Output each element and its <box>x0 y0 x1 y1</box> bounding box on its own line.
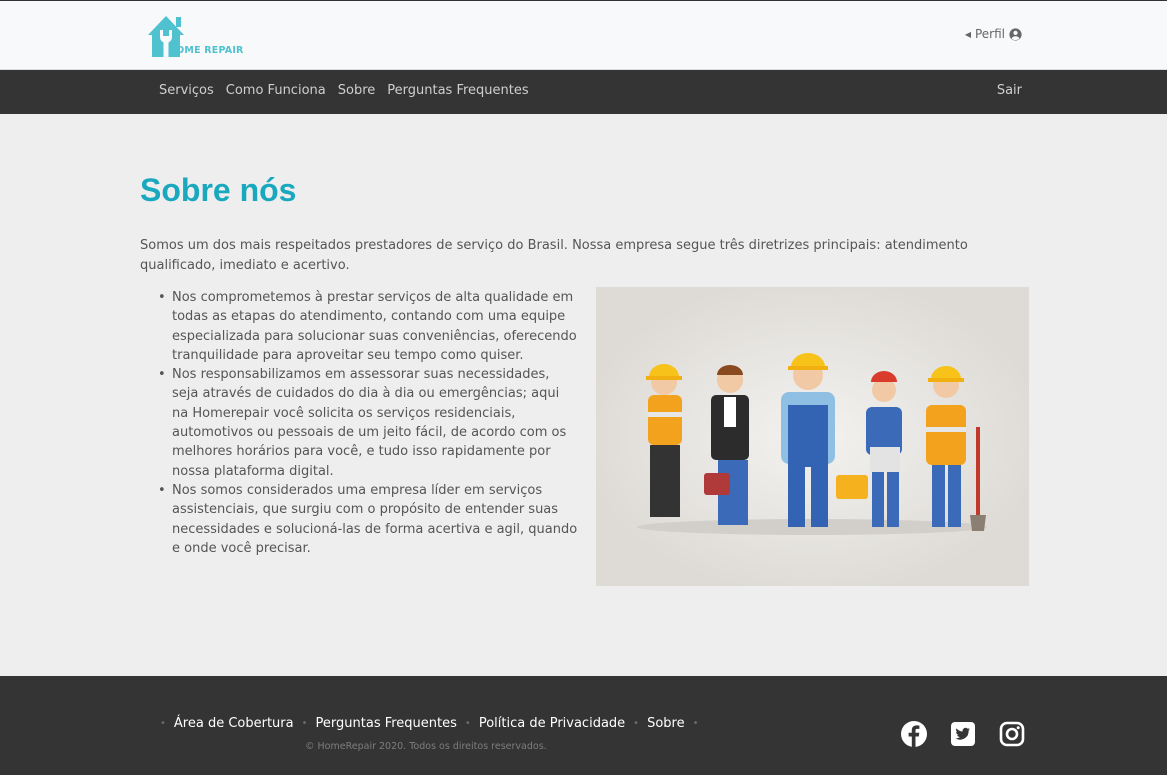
footer-link-politica-de-privacidade[interactable]: Política de Privacidade <box>479 716 625 731</box>
nav-item-perguntas-frequentes[interactable]: Perguntas Frequentes <box>387 83 528 98</box>
nav-links: Serviços Como Funciona Sobre Perguntas F… <box>159 83 529 98</box>
logo-text: HOME REPAIR <box>168 45 244 56</box>
separator-dot: • <box>464 718 471 729</box>
worker-figure <box>646 364 682 517</box>
instagram-icon[interactable] <box>999 721 1025 747</box>
nav-item-servicos[interactable]: Serviços <box>159 83 214 98</box>
footer-link-perguntas-frequentes[interactable]: Perguntas Frequentes <box>316 716 457 731</box>
workers-illustration <box>596 287 1029 586</box>
worker-figure <box>926 366 986 531</box>
list-item: Nos somos considerados uma empresa líder… <box>158 481 578 558</box>
sair-link[interactable]: Sair <box>997 83 1022 98</box>
nav-item-sobre[interactable]: Sobre <box>338 83 376 98</box>
page-title: Sobre nós <box>140 172 297 208</box>
separator-dot: • <box>301 718 308 729</box>
perfil-label: Perfil <box>974 27 1005 41</box>
worker-figure <box>781 353 868 527</box>
facebook-icon[interactable] <box>901 721 927 747</box>
footer-link-area-de-cobertura[interactable]: Área de Cobertura <box>174 716 294 731</box>
footer-links: • Área de Cobertura • Perguntas Frequent… <box>160 716 699 731</box>
intro-text: Somos um dos mais respeitados prestadore… <box>140 238 968 273</box>
list-item: Nos comprometemos à prestar serviços de … <box>158 288 578 365</box>
main-navbar: Serviços Como Funciona Sobre Perguntas F… <box>0 70 1167 114</box>
perfil-menu[interactable]: ◀ Perfil <box>965 27 1022 41</box>
separator-dot: • <box>692 718 699 729</box>
commitments-list: Nos comprometemos à prestar serviços de … <box>158 288 578 558</box>
footer: • Área de Cobertura • Perguntas Frequent… <box>0 676 1167 775</box>
separator-dot: • <box>633 718 640 729</box>
top-header: HOME REPAIR ◀ Perfil <box>0 0 1167 70</box>
worker-figure <box>704 365 749 525</box>
footer-link-sobre[interactable]: Sobre <box>647 716 685 731</box>
worker-figure <box>866 371 902 527</box>
twitter-icon[interactable] <box>950 721 976 747</box>
separator-dot: • <box>160 718 166 729</box>
list-item: Nos responsabilizamos em assessorar suas… <box>158 365 578 481</box>
caret-left-icon: ◀ <box>964 29 971 39</box>
copyright-text: © HomeRepair 2020. Todos os direitos res… <box>305 741 547 752</box>
nav-item-como-funciona[interactable]: Como Funciona <box>226 83 326 98</box>
user-circle-icon <box>1009 27 1022 41</box>
